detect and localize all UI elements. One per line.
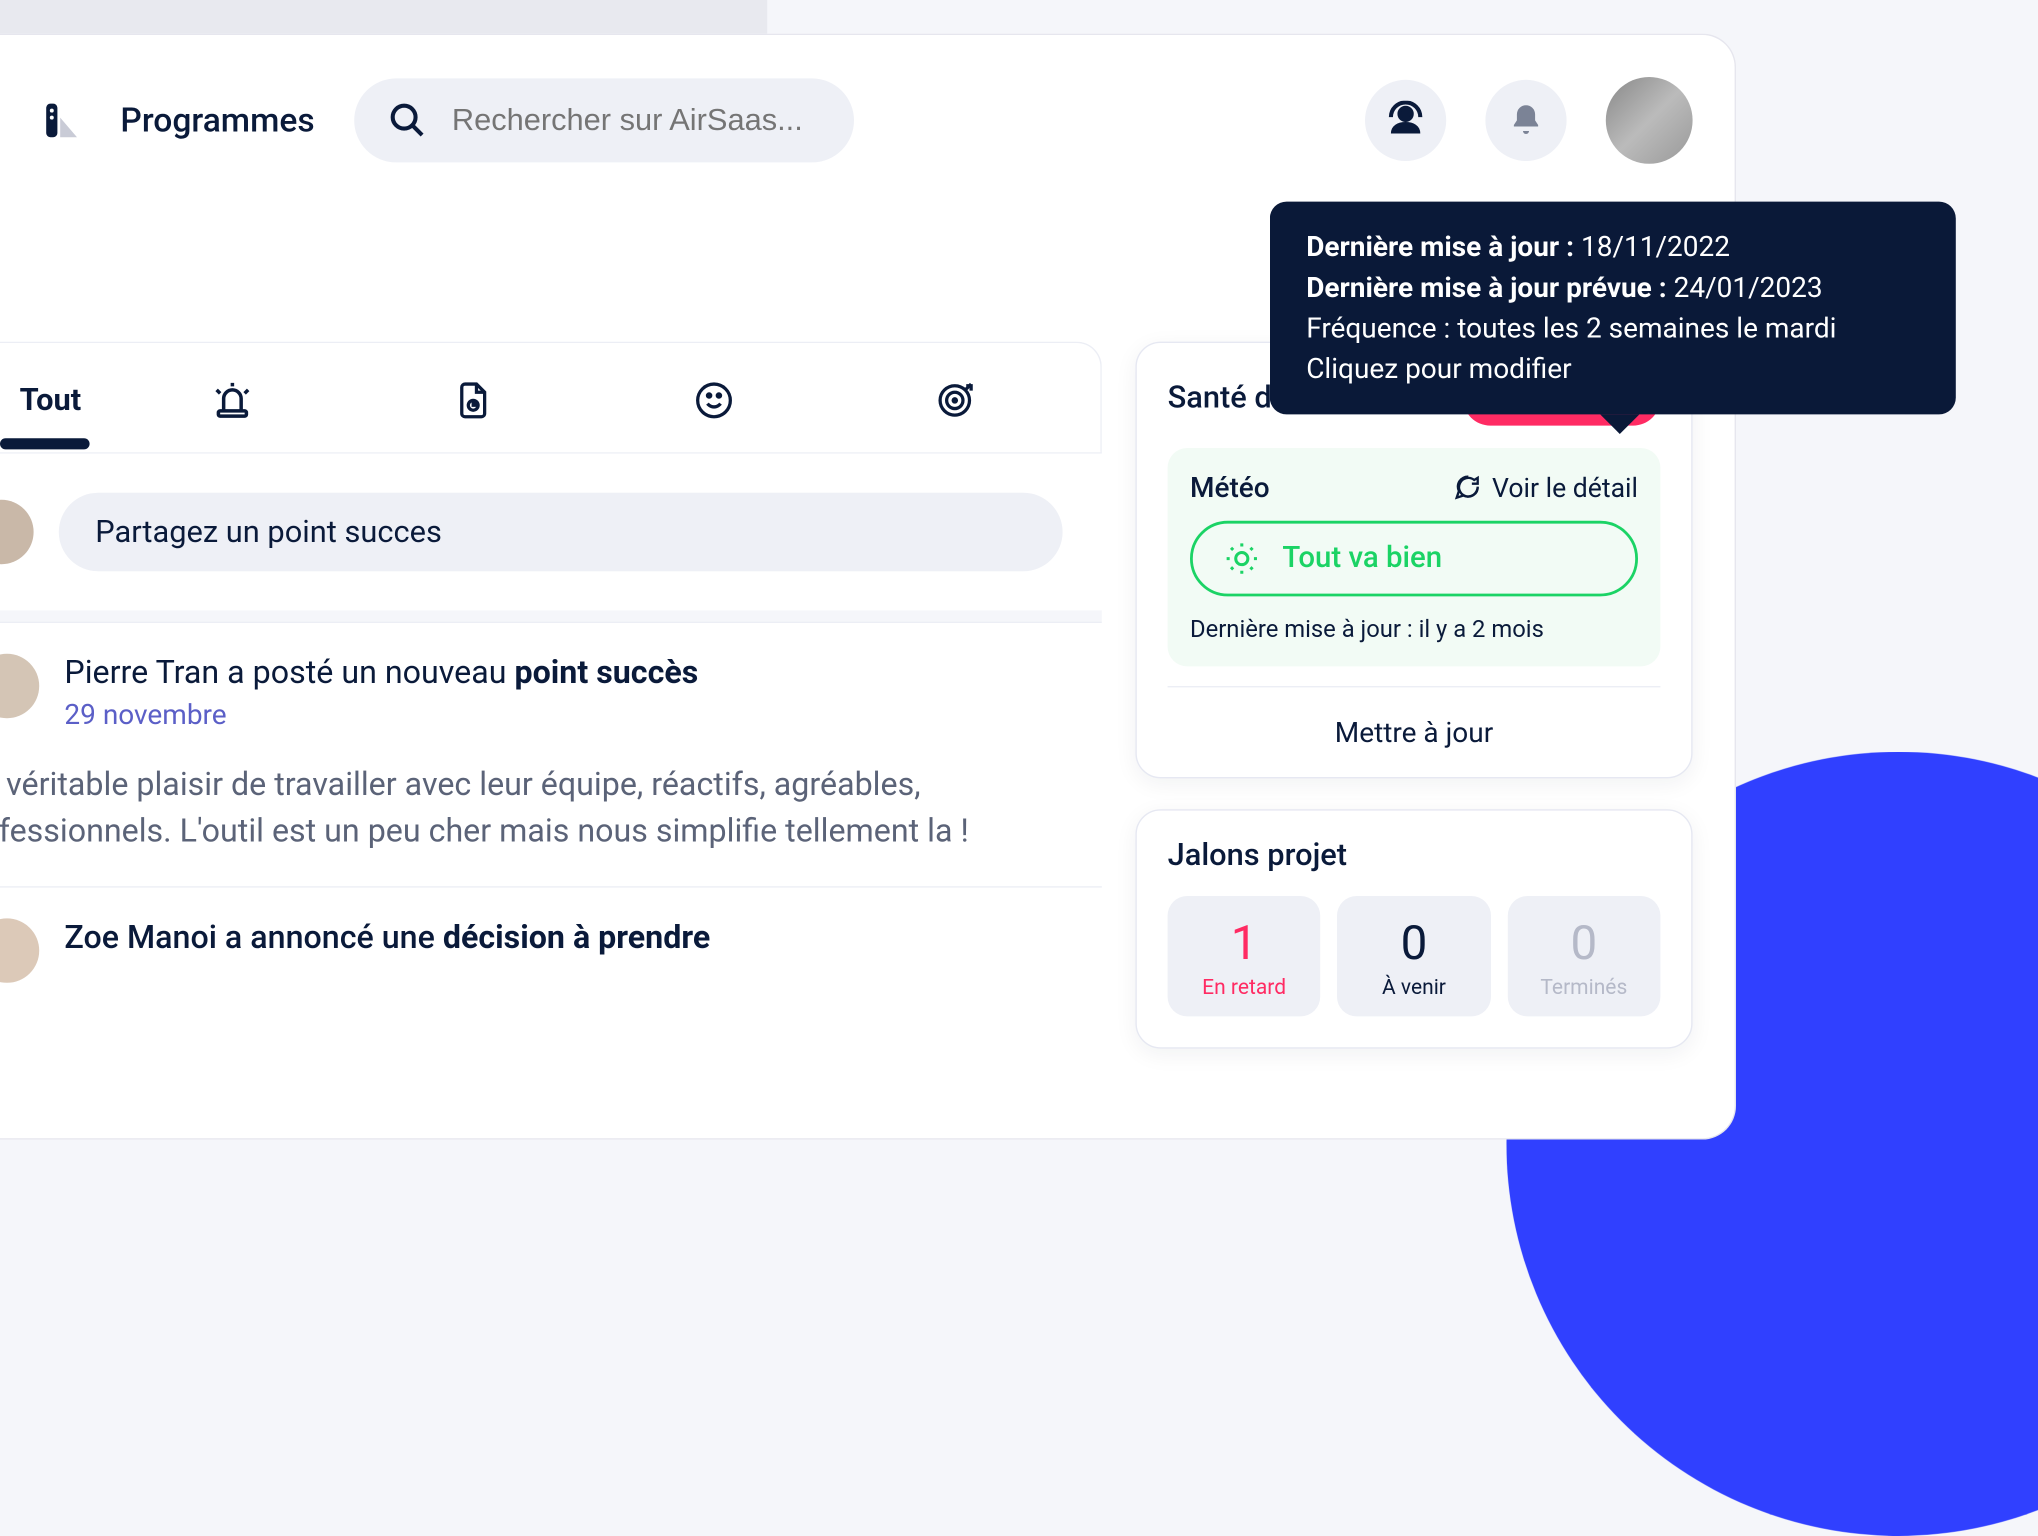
- tooltip-line: Dernière mise à jour : 18/11/2022: [1306, 227, 1919, 268]
- tooltip-line: Cliquez pour modifier: [1306, 349, 1919, 390]
- compose-row: Partagez un point succes: [0, 454, 1102, 611]
- feed-avatar: [0, 654, 39, 718]
- status-ok-label: Tout va bien: [1282, 542, 1442, 576]
- status-ok-pill[interactable]: Tout va bien: [1190, 521, 1638, 597]
- bell-icon: [1508, 102, 1544, 138]
- feed-tabs: Tout: [0, 342, 1102, 454]
- milestone-label: Terminés: [1516, 974, 1652, 999]
- milestones-title: Jalons projet: [1168, 839, 1661, 874]
- target-icon: [935, 381, 974, 420]
- support-button[interactable]: [1365, 80, 1446, 161]
- weather-box: Météo Voir le détail: [1168, 448, 1661, 666]
- milestones-card: Jalons projet 1 En retard 0 À venir 0 Te: [1135, 809, 1692, 1048]
- app-window: Programmes: [0, 34, 1736, 1140]
- tab-goals[interactable]: [834, 370, 1075, 451]
- tooltip-value: 24/01/2023: [1674, 270, 1823, 304]
- milestone-label: En retard: [1176, 974, 1312, 999]
- feed-item-body: n véritable plaisir de travailler avec l…: [0, 762, 1063, 855]
- browser-tab-bar: [0, 0, 767, 34]
- page-title: Programmes: [120, 101, 314, 140]
- feed-title-prefix: Pierre Tran a posté un nouveau: [64, 654, 514, 692]
- feed-item-title: Pierre Tran a posté un nouveau point suc…: [64, 654, 698, 692]
- file-chart-icon: [454, 381, 493, 420]
- feed-item[interactable]: Zoe Manoi a annoncé une décision à prend…: [0, 886, 1102, 1013]
- notifications-button[interactable]: [1485, 80, 1566, 161]
- right-column: Santé du projet En retard Météo: [1135, 342, 1692, 1049]
- update-tooltip[interactable]: Dernière mise à jour : 18/11/2022 Derniè…: [1270, 202, 1956, 415]
- compose-avatar: [0, 500, 34, 564]
- update-button[interactable]: Mettre à jour: [1168, 686, 1661, 777]
- feed-title-bold: décision à prendre: [443, 918, 710, 956]
- milestone-done[interactable]: 0 Terminés: [1507, 896, 1660, 1016]
- compose-input[interactable]: Partagez un point succes: [59, 493, 1063, 571]
- tab-all-label: Tout: [20, 383, 82, 418]
- tooltip-label: Dernière mise à jour prévue :: [1306, 270, 1673, 304]
- user-avatar[interactable]: [1606, 77, 1693, 164]
- feed-title-bold: point succès: [514, 654, 698, 692]
- weather-last-update: Dernière mise à jour : il y a 2 mois: [1190, 616, 1638, 644]
- search-field[interactable]: [354, 78, 854, 162]
- siren-icon: [211, 379, 253, 421]
- weather-label: Météo: [1190, 470, 1270, 504]
- search-icon: [387, 101, 426, 140]
- feed-title-prefix: Zoe Manoi a annoncé une: [64, 918, 442, 956]
- milestone-label: À venir: [1346, 974, 1482, 999]
- tab-reports[interactable]: [353, 370, 594, 451]
- tooltip-value: 18/11/2022: [1581, 230, 1730, 264]
- tooltip-line: Fréquence : toutes les 2 semaines le mar…: [1306, 308, 1919, 349]
- tab-all[interactable]: Tout: [0, 372, 112, 449]
- sun-icon: [1224, 540, 1260, 576]
- chat-icon: [1453, 473, 1481, 501]
- feed-item-date: 29 novembre: [64, 697, 698, 731]
- feed-avatar: [0, 918, 39, 982]
- feed-item[interactable]: Pierre Tran a posté un nouveau point suc…: [0, 622, 1102, 886]
- milestone-count: 0: [1346, 916, 1482, 972]
- smile-icon: [694, 381, 733, 420]
- tooltip-line: Dernière mise à jour prévue : 24/01/2023: [1306, 267, 1919, 308]
- see-detail-link[interactable]: Voir le détail: [1453, 471, 1638, 503]
- milestone-upcoming[interactable]: 0 À venir: [1337, 896, 1490, 1016]
- feed-item-title: Zoe Manoi a annoncé une décision à prend…: [64, 918, 710, 956]
- milestone-late[interactable]: 1 En retard: [1168, 896, 1321, 1016]
- search-input[interactable]: [452, 102, 820, 138]
- compose-placeholder: Partagez un point succes: [95, 515, 442, 550]
- top-bar: Programmes: [0, 35, 1735, 206]
- detail-link-label: Voir le détail: [1492, 471, 1638, 503]
- feed-column: Tout: [0, 342, 1102, 1014]
- milestone-count: 1: [1176, 916, 1312, 972]
- tab-mood[interactable]: [594, 370, 835, 451]
- app-logo-icon: [42, 101, 81, 140]
- tooltip-label: Dernière mise à jour :: [1306, 230, 1581, 264]
- milestone-count: 0: [1516, 916, 1652, 972]
- tab-alerts[interactable]: [112, 368, 353, 452]
- headset-icon: [1386, 101, 1425, 140]
- divider: [0, 610, 1102, 621]
